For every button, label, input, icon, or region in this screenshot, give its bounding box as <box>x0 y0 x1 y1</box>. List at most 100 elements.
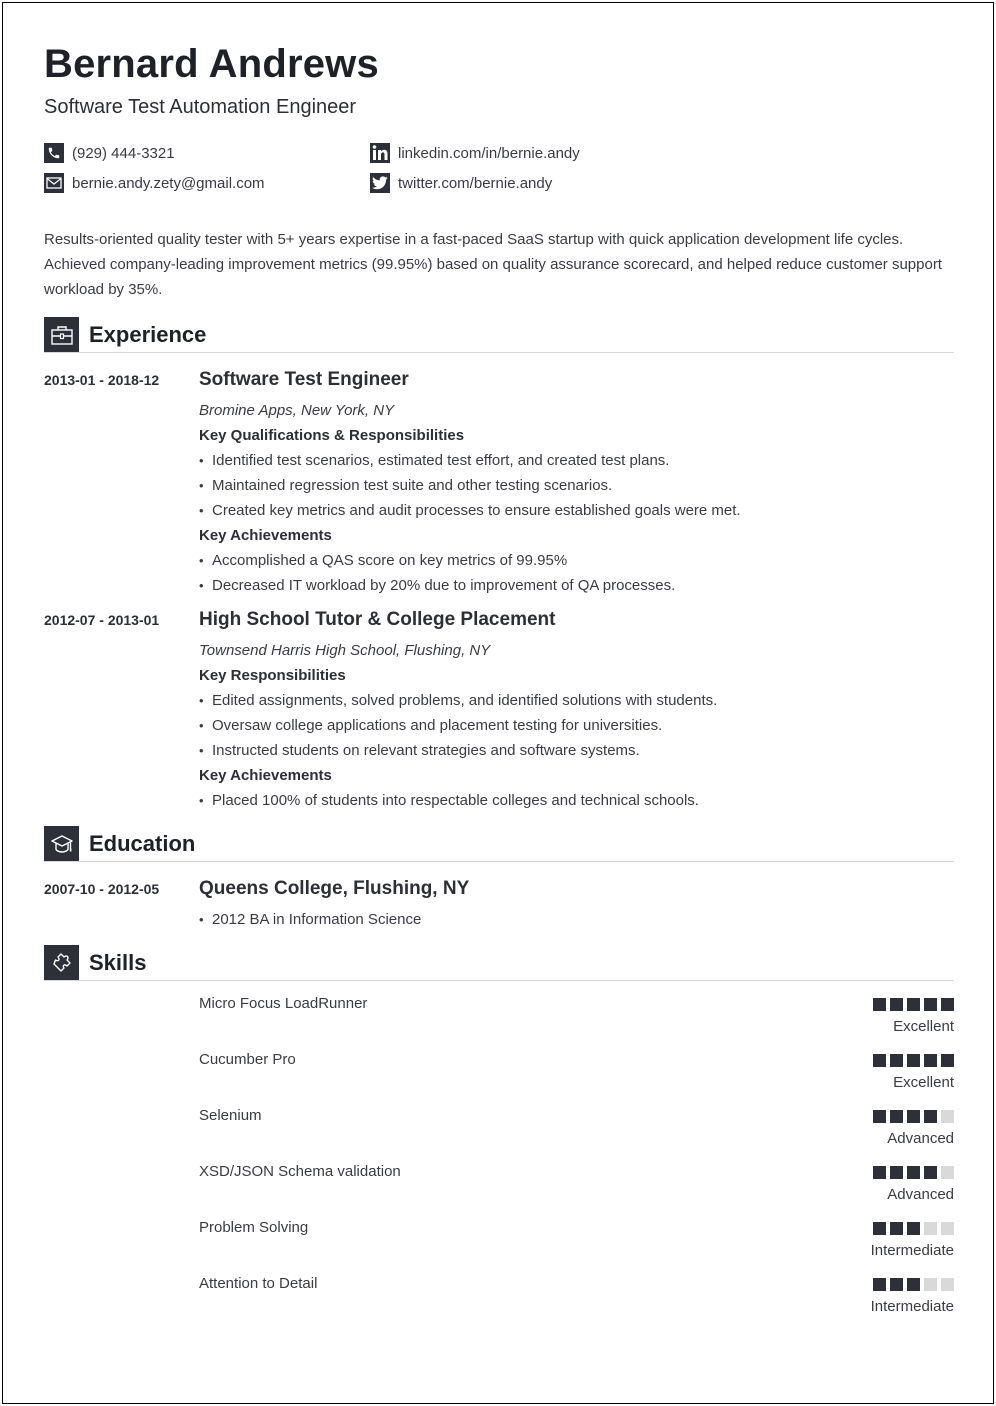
entry-subheading: Key Achievements <box>199 767 332 784</box>
rating-square-empty <box>941 1278 954 1291</box>
candidate-title: Software Test Automation Engineer <box>44 96 357 118</box>
skill-level: Intermediate <box>870 1242 954 1259</box>
twitter-icon <box>370 173 390 193</box>
rating-square-filled <box>873 1166 886 1179</box>
linkedin-url[interactable]: linkedin.com/in/bernie.andy <box>398 145 580 162</box>
rating-square-empty <box>941 1222 954 1235</box>
entry-subheading: Key Responsibilities <box>199 667 346 684</box>
candidate-name: Bernard Andrews <box>44 42 379 86</box>
entry-school: Queens College, Flushing, NY <box>199 878 470 899</box>
rating-square-filled <box>924 1054 937 1067</box>
phone-icon <box>44 143 64 163</box>
mail-icon <box>44 173 64 193</box>
entry-subheading: Key Achievements <box>199 527 332 544</box>
rating-square-filled <box>890 1278 903 1291</box>
rating-square-filled <box>890 1166 903 1179</box>
skill-item: Micro Focus LoadRunner Excellent <box>199 995 954 1051</box>
skill-level: Excellent <box>893 1074 954 1091</box>
rating-square-filled <box>924 1166 937 1179</box>
rating-square-filled <box>907 998 920 1011</box>
skills-section-title: Skills <box>89 950 147 975</box>
skill-level: Excellent <box>893 1018 954 1035</box>
rating-square-empty <box>924 1222 937 1235</box>
education-section-header: Education <box>44 826 954 862</box>
rating-square-filled <box>890 1054 903 1067</box>
experience-section-header: Experience <box>44 317 954 353</box>
linkedin-icon <box>370 143 390 163</box>
entry-bullet-list: Edited assignments, solved problems, and… <box>199 688 954 763</box>
contact-linkedin: linkedin.com/in/bernie.andy <box>370 143 580 163</box>
rating-square-filled <box>890 1110 903 1123</box>
list-item: Identified test scenarios, estimated tes… <box>199 448 954 473</box>
twitter-url[interactable]: twitter.com/bernie.andy <box>398 175 552 192</box>
rating-square-filled <box>873 1110 886 1123</box>
entry-bullet-list: 2012 BA in Information Science <box>199 907 954 932</box>
list-item: Placed 100% of students into respectable… <box>199 788 954 813</box>
entry-dates: 2007-10 - 2012-05 <box>44 881 160 897</box>
rating-square-filled <box>924 998 937 1011</box>
rating-square-filled <box>907 1222 920 1235</box>
skill-name: Micro Focus LoadRunner <box>199 995 368 1012</box>
rating-square-filled <box>907 1278 920 1291</box>
entry-bullet-list: Placed 100% of students into respectable… <box>199 788 954 813</box>
list-item: 2012 BA in Information Science <box>199 907 954 932</box>
professional-summary: Results-oriented quality tester with 5+ … <box>44 231 942 298</box>
briefcase-icon <box>44 317 79 352</box>
list-item: Edited assignments, solved problems, and… <box>199 688 954 713</box>
rating-square-filled <box>924 1110 937 1123</box>
contact-twitter: twitter.com/bernie.andy <box>370 173 552 193</box>
rating-square-empty <box>941 1110 954 1123</box>
list-item: Decreased IT workload by 20% due to impr… <box>199 573 954 598</box>
entry-bullet-list: Accomplished a QAS score on key metrics … <box>199 548 954 598</box>
skill-name: Selenium <box>199 1107 262 1124</box>
education-section-title: Education <box>89 831 196 856</box>
skill-rating <box>873 1054 954 1067</box>
rating-square-filled <box>907 1166 920 1179</box>
rating-square-filled <box>873 1222 886 1235</box>
entry-bullet-list: Identified test scenarios, estimated tes… <box>199 448 954 523</box>
skill-item: Selenium Advanced <box>199 1107 954 1163</box>
rating-square-filled <box>907 1054 920 1067</box>
skill-level: Advanced <box>887 1186 954 1203</box>
skill-rating <box>873 1110 954 1123</box>
skill-level: Intermediate <box>870 1298 954 1315</box>
skill-item: Problem Solving Intermediate <box>199 1219 954 1275</box>
rating-square-filled <box>907 1110 920 1123</box>
entry-subheading: Key Qualifications & Responsibilities <box>199 427 465 444</box>
entry-role: Software Test Engineer <box>199 369 409 390</box>
entry-company: Townsend Harris High School, Flushing, N… <box>199 642 491 659</box>
graduation-cap-icon <box>44 826 79 861</box>
skill-name: Cucumber Pro <box>199 1051 296 1068</box>
skills-section-header: Skills <box>44 945 954 981</box>
entry-role: High School Tutor & College Placement <box>199 609 556 630</box>
skill-item: Attention to Detail Intermediate <box>199 1275 954 1331</box>
email-address[interactable]: bernie.andy.zety@gmail.com <box>72 175 265 192</box>
rating-square-empty <box>941 1166 954 1179</box>
skill-item: XSD/JSON Schema validation Advanced <box>199 1163 954 1219</box>
list-item: Instructed students on relevant strategi… <box>199 738 954 763</box>
rating-square-filled <box>873 1054 886 1067</box>
entry-dates: 2013-01 - 2018-12 <box>44 372 160 388</box>
experience-section-title: Experience <box>89 322 207 347</box>
skill-rating <box>873 998 954 1011</box>
rating-square-filled <box>873 998 886 1011</box>
rating-square-filled <box>890 998 903 1011</box>
skill-name: Problem Solving <box>199 1219 309 1236</box>
rating-square-empty <box>924 1278 937 1291</box>
puzzle-piece-icon <box>44 945 79 980</box>
rating-square-filled <box>941 1054 954 1067</box>
list-item: Maintained regression test suite and oth… <box>199 473 954 498</box>
list-item: Created key metrics and audit processes … <box>199 498 954 523</box>
rating-square-filled <box>890 1222 903 1235</box>
entry-dates: 2012-07 - 2013-01 <box>44 612 160 628</box>
skill-rating <box>873 1166 954 1179</box>
rating-square-filled <box>941 998 954 1011</box>
list-item: Accomplished a QAS score on key metrics … <box>199 548 954 573</box>
contact-email: bernie.andy.zety@gmail.com <box>44 173 265 193</box>
skill-name: XSD/JSON Schema validation <box>199 1163 401 1180</box>
skill-name: Attention to Detail <box>199 1275 318 1292</box>
phone-number[interactable]: (929) 444-3321 <box>72 145 175 162</box>
skill-rating <box>873 1222 954 1235</box>
resume-page: Bernard Andrews Software Test Automation… <box>2 2 994 1404</box>
skill-rating <box>873 1278 954 1291</box>
